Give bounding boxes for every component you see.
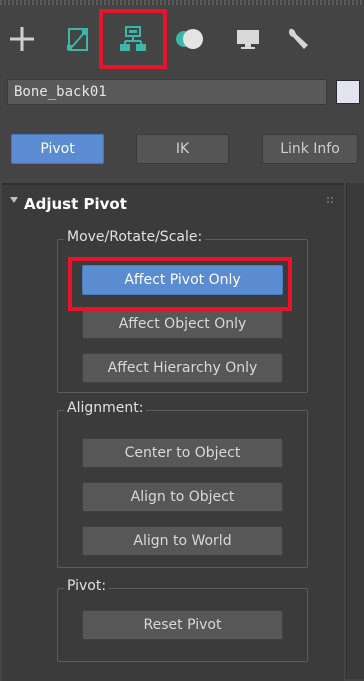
pivot-group-label: Pivot: [64, 578, 110, 594]
pivot-mode-button[interactable]: Pivot [11, 134, 104, 164]
rollout-title[interactable]: Adjust Pivot [24, 195, 127, 213]
center-to-object-button[interactable]: Center to Object [82, 438, 283, 468]
plus-icon [10, 27, 34, 51]
affect-hierarchy-only-button[interactable]: Affect Hierarchy Only [82, 353, 283, 383]
panel-scrollbar[interactable] [346, 183, 364, 679]
align-to-object-button[interactable]: Align to Object [82, 482, 283, 512]
command-panel-tabs [0, 5, 364, 69]
reset-pivot-button[interactable]: Reset Pivot [82, 610, 283, 640]
move-rotate-scale-label: Move/Rotate/Scale: [64, 229, 206, 245]
align-to-world-button[interactable]: Align to World [82, 526, 283, 556]
tab-hierarchy[interactable] [99, 9, 167, 69]
object-name-field[interactable]: Bone_back01 [7, 79, 327, 105]
shape-create-icon [67, 28, 88, 51]
display-monitor-icon [237, 30, 259, 49]
tab-display[interactable] [226, 17, 270, 61]
ik-mode-button[interactable]: IK [136, 134, 229, 164]
affect-object-only-button[interactable]: Affect Object Only [82, 309, 283, 339]
affect-pivot-only-button[interactable]: Affect Pivot Only [82, 265, 283, 295]
tab-modify[interactable] [56, 17, 100, 61]
tab-utilities[interactable] [276, 17, 320, 61]
link-info-mode-button[interactable]: Link Info [262, 134, 358, 164]
hierarchy-icon [120, 26, 146, 51]
tab-motion[interactable] [168, 17, 212, 61]
motion-sphere-icon [176, 29, 203, 49]
rollout-grip-icon[interactable] [326, 196, 334, 204]
alignment-label: Alignment: [64, 400, 147, 416]
wrench-icon [289, 28, 308, 49]
object-color-swatch[interactable] [336, 80, 360, 104]
tab-create[interactable] [0, 17, 44, 61]
rollout-collapse-arrow-icon[interactable] [10, 197, 18, 203]
